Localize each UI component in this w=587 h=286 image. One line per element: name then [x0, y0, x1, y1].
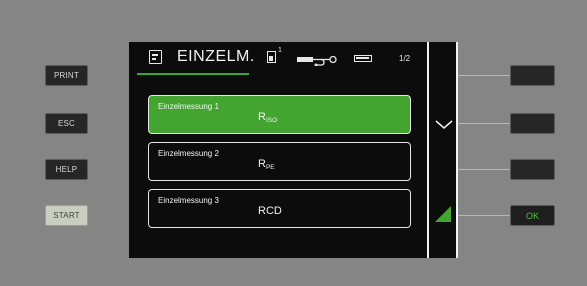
document-icon — [149, 50, 162, 64]
item-label: Einzelmessung 3 — [158, 196, 219, 205]
item-label: Einzelmessung 1 — [158, 102, 219, 111]
connector-line — [458, 169, 510, 170]
cable-probe-icon — [297, 55, 337, 66]
display-screen: EINZELM. 1 1/2 Einzelmessung 1 RISO Einz… — [129, 42, 458, 258]
list-item-einzelmessung-3[interactable]: Einzelmessung 3 RCD — [148, 189, 411, 228]
device-count: 1 — [278, 47, 282, 54]
item-label: Einzelmessung 2 — [158, 149, 219, 158]
print-button[interactable]: PRINT — [45, 65, 88, 86]
title-underline — [137, 73, 249, 75]
softkey-1-button[interactable] — [510, 65, 555, 86]
start-button[interactable]: START — [45, 205, 88, 226]
connector-line — [458, 215, 510, 216]
corner-triangle-icon — [435, 206, 451, 222]
page-indicator: 1/2 — [399, 54, 411, 63]
list-item-einzelmessung-1[interactable]: Einzelmessung 1 RISO — [148, 95, 411, 134]
scroll-down-icon[interactable] — [435, 120, 453, 130]
esc-button[interactable]: ESC — [45, 113, 88, 134]
divider-line — [427, 42, 429, 258]
ok-button[interactable]: OK — [510, 205, 555, 226]
item-value: RPE — [258, 158, 275, 171]
battery-icon — [354, 55, 372, 62]
connector-line — [458, 75, 510, 76]
item-value: RISO — [258, 111, 278, 124]
connector-line — [458, 123, 510, 124]
list-item-einzelmessung-2[interactable]: Einzelmessung 2 RPE — [148, 142, 411, 181]
softkey-3-button[interactable] — [510, 159, 555, 180]
softkey-2-button[interactable] — [510, 113, 555, 134]
item-value: RCD — [258, 205, 282, 217]
page-title: EINZELM. — [177, 48, 255, 65]
help-button[interactable]: HELP — [45, 159, 88, 180]
device-icon — [267, 51, 276, 63]
